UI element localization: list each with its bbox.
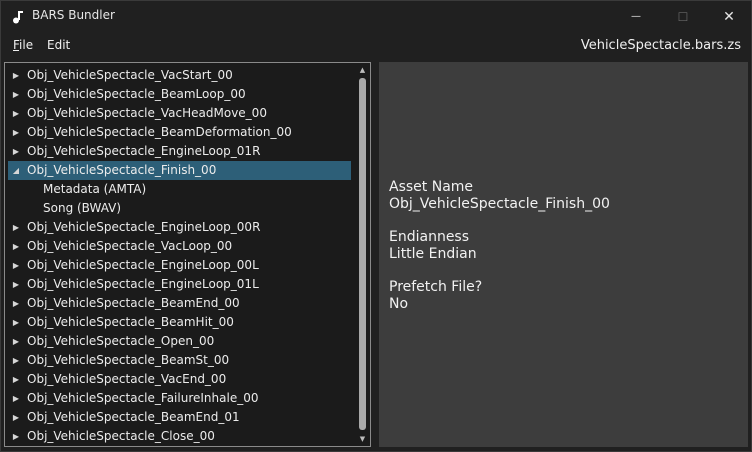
scroll-down-icon[interactable]: ▼ [357, 433, 368, 445]
expanded-arrow-icon[interactable]: ◢ [10, 161, 22, 180]
prefetch-group: Prefetch File? No [389, 279, 482, 313]
collapsed-arrow-icon[interactable]: ▶ [10, 313, 22, 332]
asset-tree[interactable]: ▶ Obj_VehicleSpectacle_VacStart_00 ▶ Obj_Ve… [4, 62, 371, 447]
maximize-icon: ☐ [677, 9, 689, 24]
tree-item-label: Obj_VehicleSpectacle_BeamEnd_01 [27, 410, 240, 424]
scroll-thumb[interactable] [359, 78, 366, 430]
tree-item[interactable]: ▶ Obj_VehicleSpectacle_BeamHit_00 [8, 313, 351, 332]
collapsed-arrow-icon[interactable]: ▶ [10, 142, 22, 161]
tree-item[interactable]: ▶ Obj_VehicleSpectacle_BeamLoop_00 [8, 85, 351, 104]
tree-item-label: Song (BWAV) [43, 201, 122, 215]
scroll-up-icon[interactable]: ▲ [357, 64, 368, 76]
menu-file-label: ile [19, 38, 34, 52]
tree-item[interactable]: ▶ Obj_VehicleSpectacle_Open_00 [8, 332, 351, 351]
collapsed-arrow-icon[interactable]: ▶ [10, 66, 22, 85]
tree-child-item[interactable]: Metadata (AMTA) [8, 180, 351, 199]
tree-item[interactable]: ▶ Obj_VehicleSpectacle_EngineLoop_00R [8, 218, 351, 237]
collapsed-arrow-icon[interactable]: ▶ [10, 389, 22, 408]
tree-item[interactable]: ▶ Obj_VehicleSpectacle_EngineLoop_01R [8, 142, 351, 161]
collapsed-arrow-icon[interactable]: ▶ [10, 104, 22, 123]
collapsed-arrow-icon[interactable]: ▶ [10, 218, 22, 237]
tree-item[interactable]: ▶ Obj_VehicleSpectacle_VacHeadMove_00 [8, 104, 351, 123]
collapsed-arrow-icon[interactable]: ▶ [10, 275, 22, 294]
collapsed-arrow-icon[interactable]: ▶ [10, 123, 22, 142]
app-window: BARS Bundler — ☐ ✕ File Edit VehicleSpec… [0, 0, 752, 452]
maximize-button[interactable]: ☐ [660, 1, 706, 32]
open-filename: VehicleSpectacle.bars.zs [580, 38, 741, 53]
collapsed-arrow-icon[interactable]: ▶ [10, 408, 22, 427]
asset-name-label: Asset Name [389, 179, 474, 195]
collapsed-arrow-icon[interactable]: ▶ [10, 332, 22, 351]
tree-item[interactable]: ▶ Obj_VehicleSpectacle_Close_00 [8, 427, 351, 446]
tree-item-label: Obj_VehicleSpectacle_EngineLoop_01R [27, 144, 261, 158]
tree-item-label: Obj_VehicleSpectacle_VacHeadMove_00 [27, 106, 267, 120]
tree-item-label: Obj_VehicleSpectacle_BeamLoop_00 [27, 87, 246, 101]
tree-item-label: Obj_VehicleSpectacle_Open_00 [27, 334, 215, 348]
prefetch-value: No [389, 296, 409, 312]
tree-list: ▶ Obj_VehicleSpectacle_VacStart_00 ▶ Obj_Ve… [8, 66, 351, 446]
tree-item[interactable]: ▶ Obj_VehicleSpectacle_VacEnd_00 [8, 370, 351, 389]
tree-item[interactable]: ▶ Obj_VehicleSpectacle_BeamSt_00 [8, 351, 351, 370]
tree-item[interactable]: ▶ Obj_VehicleSpectacle_FailureInhale_00 [8, 389, 351, 408]
tree-item-label: Obj_VehicleSpectacle_BeamEnd_00 [27, 296, 240, 310]
tree-item[interactable]: ▶ Obj_VehicleSpectacle_VacStart_00 [8, 66, 351, 85]
endianness-group: Endianness Little Endian [389, 229, 477, 263]
collapsed-arrow-icon[interactable]: ▶ [10, 351, 22, 370]
minimize-button[interactable]: — [613, 1, 659, 32]
endianness-value: Little Endian [389, 246, 477, 262]
prefetch-label: Prefetch File? [389, 279, 483, 295]
collapsed-arrow-icon[interactable]: ▶ [10, 370, 22, 389]
tree-item-label: Obj_VehicleSpectacle_FailureInhale_00 [27, 391, 259, 405]
endianness-label: Endianness [389, 229, 470, 245]
window-title: BARS Bundler [32, 8, 115, 22]
menu-bar: File Edit VehicleSpectacle.bars.zs [1, 32, 751, 60]
tree-item[interactable]: ▶ Obj_VehicleSpectacle_BeamEnd_00 [8, 294, 351, 313]
tree-item-label: Obj_VehicleSpectacle_EngineLoop_00L [27, 258, 259, 272]
tree-item[interactable]: ▶ Obj_VehicleSpectacle_BeamDeformation_00 [8, 123, 351, 142]
collapsed-arrow-icon[interactable]: ▶ [10, 85, 22, 104]
collapsed-arrow-icon[interactable]: ▶ [10, 256, 22, 275]
title-bar[interactable]: BARS Bundler — ☐ ✕ [1, 1, 751, 32]
tree-child-item[interactable]: Song (BWAV) [8, 199, 351, 218]
tree-item-label: Obj_VehicleSpectacle_EngineLoop_01L [27, 277, 259, 291]
tree-scrollbar[interactable]: ▲ ▼ [357, 64, 368, 445]
tree-item[interactable]: ▶ Obj_VehicleSpectacle_EngineLoop_00L [8, 256, 351, 275]
tree-item-label: Obj_VehicleSpectacle_EngineLoop_00R [27, 220, 261, 234]
menu-edit[interactable]: Edit [47, 38, 70, 52]
tree-item-label: Obj_VehicleSpectacle_Close_00 [27, 429, 215, 443]
tree-item[interactable]: ▶ Obj_VehicleSpectacle_EngineLoop_01L [8, 275, 351, 294]
tree-item-label: Obj_VehicleSpectacle_VacLoop_00 [27, 239, 233, 253]
menu-file[interactable]: File [13, 38, 33, 52]
minimize-icon: — [631, 11, 641, 22]
asset-name-value: Obj_VehicleSpectacle_Finish_00 [389, 196, 610, 212]
tree-item[interactable]: ▶ Obj_VehicleSpectacle_VacLoop_00 [8, 237, 351, 256]
tree-item-label: Obj_VehicleSpectacle_VacStart_00 [27, 68, 233, 82]
music-note-icon [11, 9, 25, 24]
tree-item-label: Obj_VehicleSpectacle_BeamDeformation_00 [27, 125, 292, 139]
collapsed-arrow-icon[interactable]: ▶ [10, 237, 22, 256]
close-button[interactable]: ✕ [706, 1, 752, 32]
asset-name-group: Asset Name Obj_VehicleSpectacle_Finish_0… [389, 179, 610, 213]
tree-item-label: Obj_VehicleSpectacle_Finish_00 [27, 163, 217, 177]
tree-item[interactable]: ◢ Obj_VehicleSpectacle_Finish_00 [8, 161, 351, 180]
tree-item-label: Metadata (AMTA) [43, 182, 147, 196]
tree-item-label: Obj_VehicleSpectacle_BeamSt_00 [27, 353, 230, 367]
close-icon: ✕ [723, 8, 735, 25]
collapsed-arrow-icon[interactable]: ▶ [10, 294, 22, 313]
tree-item[interactable]: ▶ Obj_VehicleSpectacle_BeamEnd_01 [8, 408, 351, 427]
tree-item-label: Obj_VehicleSpectacle_BeamHit_00 [27, 315, 234, 329]
details-panel: Asset Name Obj_VehicleSpectacle_Finish_0… [379, 62, 748, 447]
tree-item-label: Obj_VehicleSpectacle_VacEnd_00 [27, 372, 227, 386]
collapsed-arrow-icon[interactable]: ▶ [10, 427, 22, 446]
